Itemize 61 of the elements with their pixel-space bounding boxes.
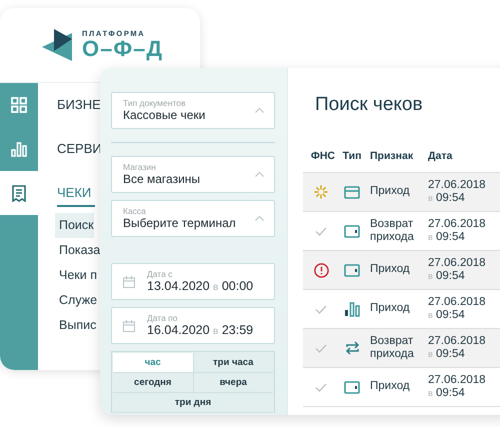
- table-row[interactable]: Возврат прихода 27.06.2018 в 09:54: [303, 329, 500, 368]
- bar-chart-icon: [344, 302, 360, 316]
- date-field[interactable]: Дата по 16.04.2020 в 23:59: [111, 307, 275, 344]
- wallet-icon: [344, 380, 360, 394]
- table-cell-text: 27.06.2018 в 09:54: [427, 256, 487, 284]
- column-header: Признак: [369, 150, 414, 162]
- date-field[interactable]: Дата с 13.04.2020 в 00:00: [111, 263, 275, 300]
- period-button[interactable]: три дня: [113, 393, 273, 413]
- table-cell-text: 27.06.2018 в 09:54: [427, 374, 487, 400]
- calendar-icon: [123, 276, 135, 288]
- select-field[interactable]: Тип документов Кассовые чеки: [111, 92, 275, 129]
- table-cell-text: 27.06.2018 в 09:54: [427, 296, 487, 322]
- calendar-icon: [123, 320, 135, 332]
- wallet-icon: [344, 224, 360, 238]
- grid-icon: [11, 97, 27, 113]
- table-cell-text: Возврат прихода: [369, 218, 415, 244]
- submenu-item[interactable]: Служе: [55, 288, 98, 313]
- table-cell-text: Приход: [369, 380, 411, 394]
- menu-item[interactable]: СЕРВИ: [57, 127, 102, 171]
- check-icon: [315, 382, 327, 392]
- logo-wordmark: О–Ф–Д: [82, 38, 164, 60]
- table-row[interactable]: Приход 27.06.2018 в 09:54: [303, 173, 500, 212]
- period-button[interactable]: вчера: [192, 373, 273, 393]
- period-button[interactable]: три часа: [192, 353, 273, 373]
- table-cell-text: Приход: [369, 263, 411, 277]
- bar-chart-icon: [11, 141, 27, 157]
- page-title: Поиск чеков: [315, 94, 424, 116]
- submenu-item[interactable]: Поиск: [55, 213, 94, 238]
- chevron-up-icon: [255, 172, 264, 177]
- chevron-up-icon: [255, 108, 264, 113]
- table-cell-text: Приход: [369, 302, 411, 316]
- column-header: Дата: [427, 150, 454, 162]
- table-cell-text: 27.06.2018 в 09:54: [427, 334, 487, 362]
- nav-icon-button[interactable]: [0, 171, 38, 215]
- period-button[interactable]: час: [113, 353, 192, 373]
- table-cell-text: 27.06.2018 в 09:54: [427, 178, 487, 206]
- table-row[interactable]: Приход 27.06.2018 в 09:54: [303, 251, 500, 290]
- exchange-icon: [344, 340, 360, 356]
- wallet-icon: [344, 264, 360, 276]
- receipt-icon: [12, 184, 26, 202]
- table-row[interactable]: Приход 27.06.2018 в 09:54: [303, 368, 500, 407]
- check-icon: [315, 344, 327, 352]
- menu-item[interactable]: ЧЕКИ: [57, 181, 96, 207]
- table-cell-text: 27.06.2018 в 09:54: [427, 218, 487, 244]
- period-button[interactable]: сегодня: [113, 373, 192, 393]
- table-cell-text: Приход: [369, 185, 411, 199]
- select-field[interactable]: Магазин Все магазины: [111, 156, 275, 193]
- loading-icon: [314, 185, 328, 199]
- submenu-item[interactable]: Чеки п: [55, 263, 97, 288]
- column-header: Тип: [342, 150, 362, 162]
- submenu-item[interactable]: Показа: [55, 238, 100, 263]
- check-icon: [315, 304, 327, 314]
- select-field[interactable]: Касса Выберите терминал: [111, 200, 275, 237]
- column-header: ФНС: [310, 150, 336, 162]
- check-icon: [315, 226, 327, 236]
- submenu-item[interactable]: Выпис: [55, 313, 96, 338]
- menu-item[interactable]: БИЗНЕ: [57, 83, 101, 127]
- card-icon: [344, 186, 360, 198]
- error-icon: [314, 262, 328, 278]
- chevron-up-icon: [255, 216, 264, 221]
- table-cell-text: Возврат прихода: [369, 334, 415, 362]
